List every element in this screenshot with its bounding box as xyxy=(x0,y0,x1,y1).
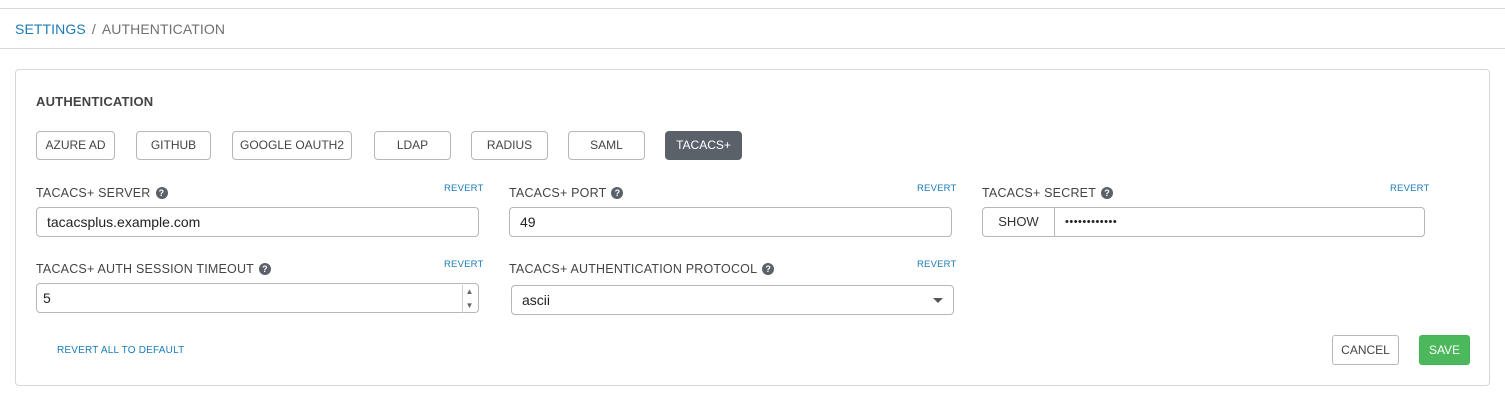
show-secret-button[interactable]: SHOW xyxy=(982,207,1055,237)
top-divider xyxy=(0,8,1505,9)
panel-title: AUTHENTICATION xyxy=(36,94,154,109)
server-label-text: TACACS+ SERVER xyxy=(36,186,151,200)
chevron-down-icon[interactable]: ▼ xyxy=(463,299,476,313)
timeout-value: 5 xyxy=(43,290,51,306)
cancel-button[interactable]: CANCEL xyxy=(1332,335,1399,365)
port-help-icon[interactable]: ? xyxy=(611,187,624,199)
server-input[interactable]: tacacsplus.example.com xyxy=(36,207,479,237)
server-help-icon[interactable]: ? xyxy=(155,187,168,199)
secret-label-text: TACACS+ SECRET xyxy=(982,186,1097,200)
breadcrumb-separator: / xyxy=(91,21,96,37)
revert-all-link[interactable]: REVERT ALL TO DEFAULT xyxy=(57,345,184,356)
secret-label: TACACS+ SECRET ? xyxy=(982,185,1114,201)
port-input[interactable]: 49 xyxy=(509,207,952,237)
save-button[interactable]: SAVE xyxy=(1419,335,1470,365)
tab-radius[interactable]: RADIUS xyxy=(471,131,548,160)
tab-tacacs[interactable]: TACACS+ xyxy=(665,131,742,160)
port-label: TACACS+ PORT ? xyxy=(509,185,624,201)
secret-revert-link[interactable]: REVERT xyxy=(1390,183,1430,194)
secret-input[interactable]: •••••••••••• xyxy=(1055,207,1425,237)
breadcrumb-divider xyxy=(0,48,1505,49)
tab-google-oauth2[interactable]: GOOGLE OAUTH2 xyxy=(232,131,352,160)
timeout-help-icon[interactable]: ? xyxy=(259,263,272,275)
breadcrumb: SETTINGS / AUTHENTICATION xyxy=(15,20,225,38)
protocol-select[interactable]: ascii xyxy=(511,285,954,315)
timeout-label: TACACS+ AUTH SESSION TIMEOUT ? xyxy=(36,261,272,277)
caret-down-icon xyxy=(933,298,943,303)
protocol-help-icon[interactable]: ? xyxy=(762,263,775,275)
protocol-label-text: TACACS+ AUTHENTICATION PROTOCOL xyxy=(509,262,758,276)
secret-help-icon[interactable]: ? xyxy=(1101,187,1114,199)
protocol-revert-link[interactable]: REVERT xyxy=(917,259,957,270)
authentication-panel: AUTHENTICATION AZURE AD GITHUB GOOGLE OA… xyxy=(15,69,1490,386)
port-revert-link[interactable]: REVERT xyxy=(917,183,957,194)
protocol-label: TACACS+ AUTHENTICATION PROTOCOL ? xyxy=(509,261,775,277)
tab-azure-ad[interactable]: AZURE AD xyxy=(36,131,115,160)
breadcrumb-settings-link[interactable]: SETTINGS xyxy=(15,21,86,37)
tab-github[interactable]: GITHUB xyxy=(136,131,211,160)
server-revert-link[interactable]: REVERT xyxy=(444,183,484,194)
port-label-text: TACACS+ PORT xyxy=(509,186,607,200)
breadcrumb-current: AUTHENTICATION xyxy=(101,21,226,37)
timeout-stepper[interactable]: ▲ ▼ xyxy=(462,285,476,313)
tab-saml[interactable]: SAML xyxy=(568,131,645,160)
server-label: TACACS+ SERVER ? xyxy=(36,185,168,201)
timeout-revert-link[interactable]: REVERT xyxy=(444,259,484,270)
protocol-selected-value: ascii xyxy=(522,292,551,308)
timeout-label-text: TACACS+ AUTH SESSION TIMEOUT xyxy=(36,262,255,276)
tab-ldap[interactable]: LDAP xyxy=(374,131,451,160)
chevron-up-icon[interactable]: ▲ xyxy=(463,285,476,299)
timeout-input[interactable]: 5 ▲ ▼ xyxy=(36,283,479,313)
